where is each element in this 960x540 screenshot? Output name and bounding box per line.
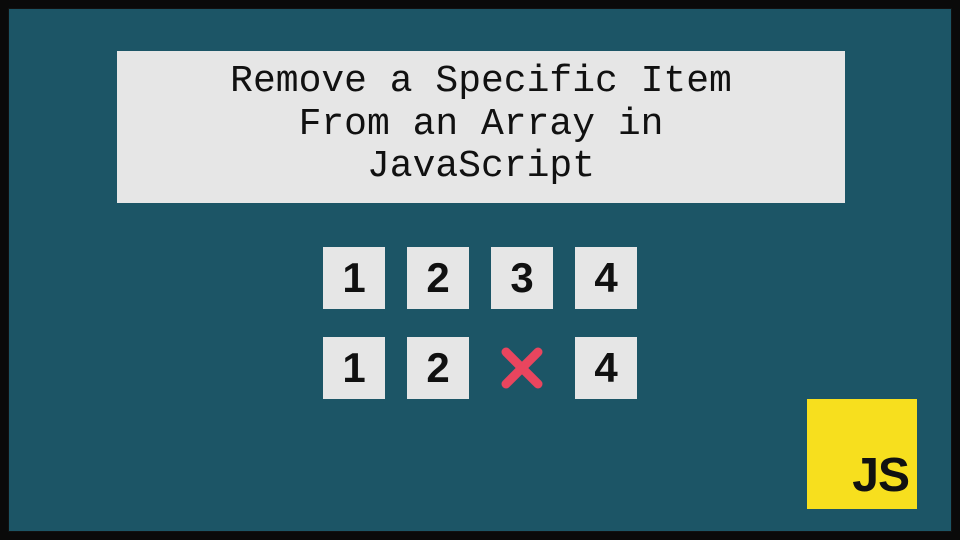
javascript-logo-text: JS (852, 448, 909, 503)
array-cell: 2 (407, 337, 469, 399)
array-before-row: 1 2 3 4 (323, 247, 637, 309)
array-cell: 2 (407, 247, 469, 309)
tutorial-slide: Remove a Specific Item From an Array in … (8, 8, 952, 532)
array-illustration: 1 2 3 4 1 2 4 (9, 247, 951, 399)
x-icon (500, 346, 544, 390)
array-cell: 4 (575, 337, 637, 399)
array-cell: 4 (575, 247, 637, 309)
array-cell: 1 (323, 337, 385, 399)
title-box: Remove a Specific Item From an Array in … (117, 51, 845, 203)
javascript-logo: JS (807, 399, 917, 509)
array-cell: 3 (491, 247, 553, 309)
array-after-row: 1 2 4 (323, 337, 637, 399)
removed-item-icon (491, 337, 553, 399)
slide-title: Remove a Specific Item From an Array in … (137, 61, 825, 189)
array-cell: 1 (323, 247, 385, 309)
